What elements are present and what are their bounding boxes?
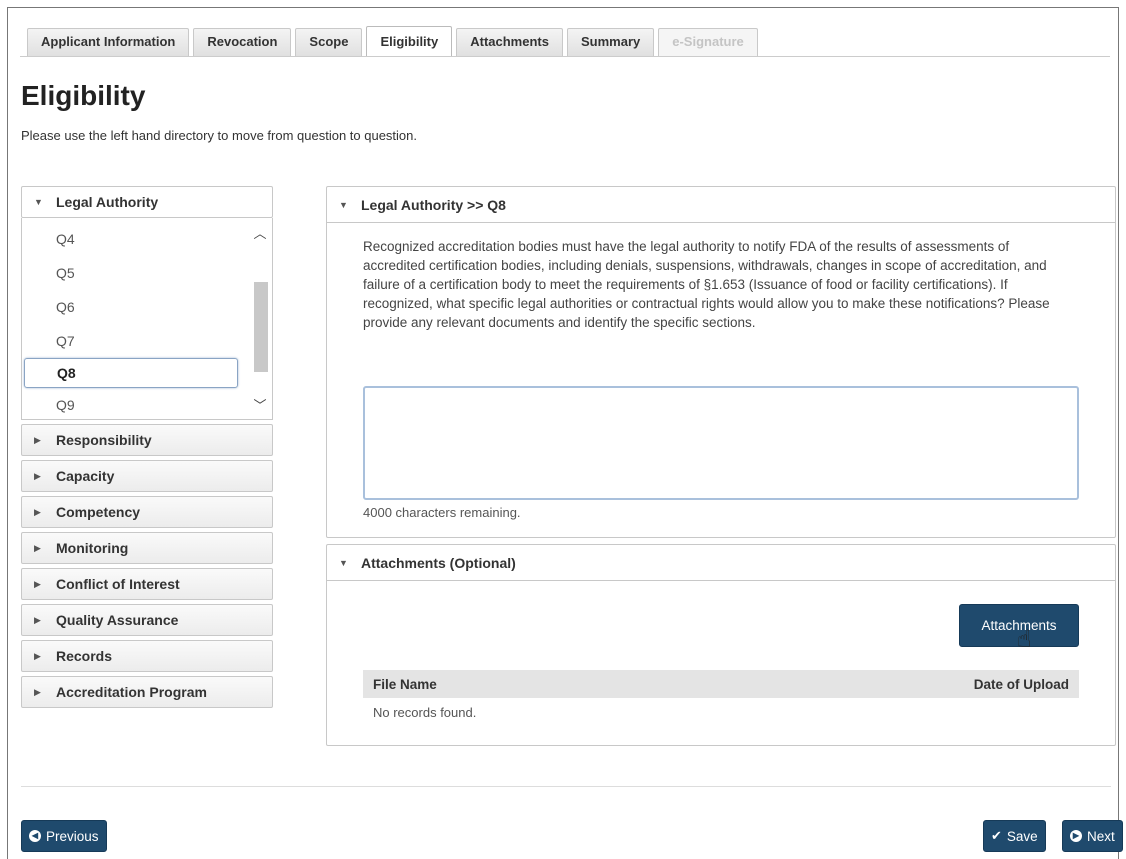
save-check-icon: ✔ <box>991 828 1002 843</box>
section-responsibility[interactable]: ▶ Responsibility <box>21 424 273 456</box>
section-records[interactable]: ▶ Records <box>21 640 273 672</box>
question-item-q7[interactable]: Q7 <box>22 324 272 358</box>
tab-attachments[interactable]: Attachments <box>456 28 563 56</box>
question-item-q9[interactable]: Q9 <box>22 388 272 419</box>
characters-remaining: 4000 characters remaining. <box>363 505 521 520</box>
caret-right-icon: ▶ <box>34 650 41 661</box>
next-label: Next <box>1087 828 1115 844</box>
section-label: Records <box>56 648 113 664</box>
attachments-panel-header[interactable]: ▼ Attachments (Optional) <box>327 545 1115 581</box>
previous-label: Previous <box>46 828 99 844</box>
section-label: Responsibility <box>56 432 152 448</box>
save-label: Save <box>1006 828 1038 844</box>
chevron-up-icon[interactable]: ︿ <box>252 226 268 242</box>
section-quality-assurance[interactable]: ▶ Quality Assurance <box>21 604 273 636</box>
question-item-q4[interactable]: Q4 <box>22 222 272 256</box>
question-panel-header[interactable]: ▼ Legal Authority >> Q8 <box>327 187 1115 223</box>
section-label: Capacity <box>56 468 115 484</box>
answer-textarea[interactable] <box>363 386 1079 500</box>
question-panel: ▼ Legal Authority >> Q8 Recognized accre… <box>326 186 1116 538</box>
arrow-right-circle-icon: ▶ <box>1070 830 1082 842</box>
tab-scope[interactable]: Scope <box>295 28 363 56</box>
tab-applicant-information[interactable]: Applicant Information <box>27 28 190 56</box>
question-panel-title: Legal Authority >> Q8 <box>361 196 506 213</box>
section-label: Monitoring <box>56 540 129 556</box>
column-file-name[interactable]: File Name <box>373 677 437 692</box>
question-text: Recognized accreditation bodies must hav… <box>363 239 1050 330</box>
caret-right-icon: ▶ <box>34 578 41 589</box>
arrow-left-circle-icon: ◀ <box>29 830 41 842</box>
attachments-table: File Name Date of Upload No records foun… <box>363 670 1079 727</box>
question-item-q6[interactable]: Q6 <box>22 290 272 324</box>
question-list: Q4 Q5 Q6 Q7 Q8 Q9 ︿ ﹀ <box>21 218 273 420</box>
page-title: Eligibility <box>21 80 146 111</box>
tab-summary[interactable]: Summary <box>566 28 655 56</box>
caret-right-icon: ▶ <box>34 434 41 445</box>
question-item-q8[interactable]: Q8 <box>24 358 238 388</box>
section-legal-authority[interactable]: ▼ Legal Authority <box>21 186 273 218</box>
save-button[interactable]: ✔ Save <box>983 820 1046 852</box>
footer-divider <box>21 786 1111 787</box>
caret-down-icon: ▼ <box>339 199 348 210</box>
tab-e-signature: e-Signature <box>658 28 758 56</box>
caret-down-icon: ▼ <box>34 197 43 207</box>
section-conflict-of-interest[interactable]: ▶ Conflict of Interest <box>21 568 273 600</box>
scrollbar-thumb[interactable] <box>254 282 268 372</box>
section-label: Conflict of Interest <box>56 576 180 592</box>
caret-right-icon: ▶ <box>34 506 41 517</box>
section-label: Quality Assurance <box>56 612 179 628</box>
caret-right-icon: ▶ <box>34 614 41 625</box>
attachments-panel-title: Attachments (Optional) <box>361 554 516 571</box>
previous-button[interactable]: ◀ Previous <box>21 820 107 852</box>
chevron-down-icon[interactable]: ﹀ <box>252 398 268 414</box>
question-directory: ▼ Legal Authority Q4 Q5 Q6 Q7 Q8 Q9 ︿ ﹀ … <box>21 186 273 712</box>
caret-right-icon: ▶ <box>34 542 41 553</box>
next-button[interactable]: ▶ Next <box>1062 820 1123 852</box>
section-monitoring[interactable]: ▶ Monitoring <box>21 532 273 564</box>
hand-cursor-icon: ☝ <box>1017 626 1032 653</box>
caret-right-icon: ▶ <box>34 686 41 697</box>
section-label: Accreditation Program <box>56 684 207 700</box>
tab-revocation[interactable]: Revocation <box>193 28 292 56</box>
tab-bar: Applicant Information Revocation Scope E… <box>27 26 758 56</box>
attachments-panel: ▼ Attachments (Optional) Attachments ☝ F… <box>326 544 1116 746</box>
tab-eligibility[interactable]: Eligibility <box>366 26 453 56</box>
tab-divider <box>20 56 1110 57</box>
table-empty-message: No records found. <box>373 705 477 720</box>
section-accreditation-program[interactable]: ▶ Accreditation Program <box>21 676 273 708</box>
question-list-scrollbar[interactable]: ︿ ﹀ <box>252 222 268 414</box>
table-header: File Name Date of Upload <box>363 670 1079 698</box>
section-label: Competency <box>56 504 141 520</box>
page-instructions: Please use the left hand directory to mo… <box>21 128 418 143</box>
section-competency[interactable]: ▶ Competency <box>21 496 273 528</box>
column-date-of-upload[interactable]: Date of Upload <box>974 677 1069 692</box>
section-label: Legal Authority <box>56 194 159 210</box>
section-capacity[interactable]: ▶ Capacity <box>21 460 273 492</box>
caret-right-icon: ▶ <box>34 470 41 481</box>
question-item-q5[interactable]: Q5 <box>22 256 272 290</box>
caret-down-icon: ▼ <box>339 557 348 568</box>
